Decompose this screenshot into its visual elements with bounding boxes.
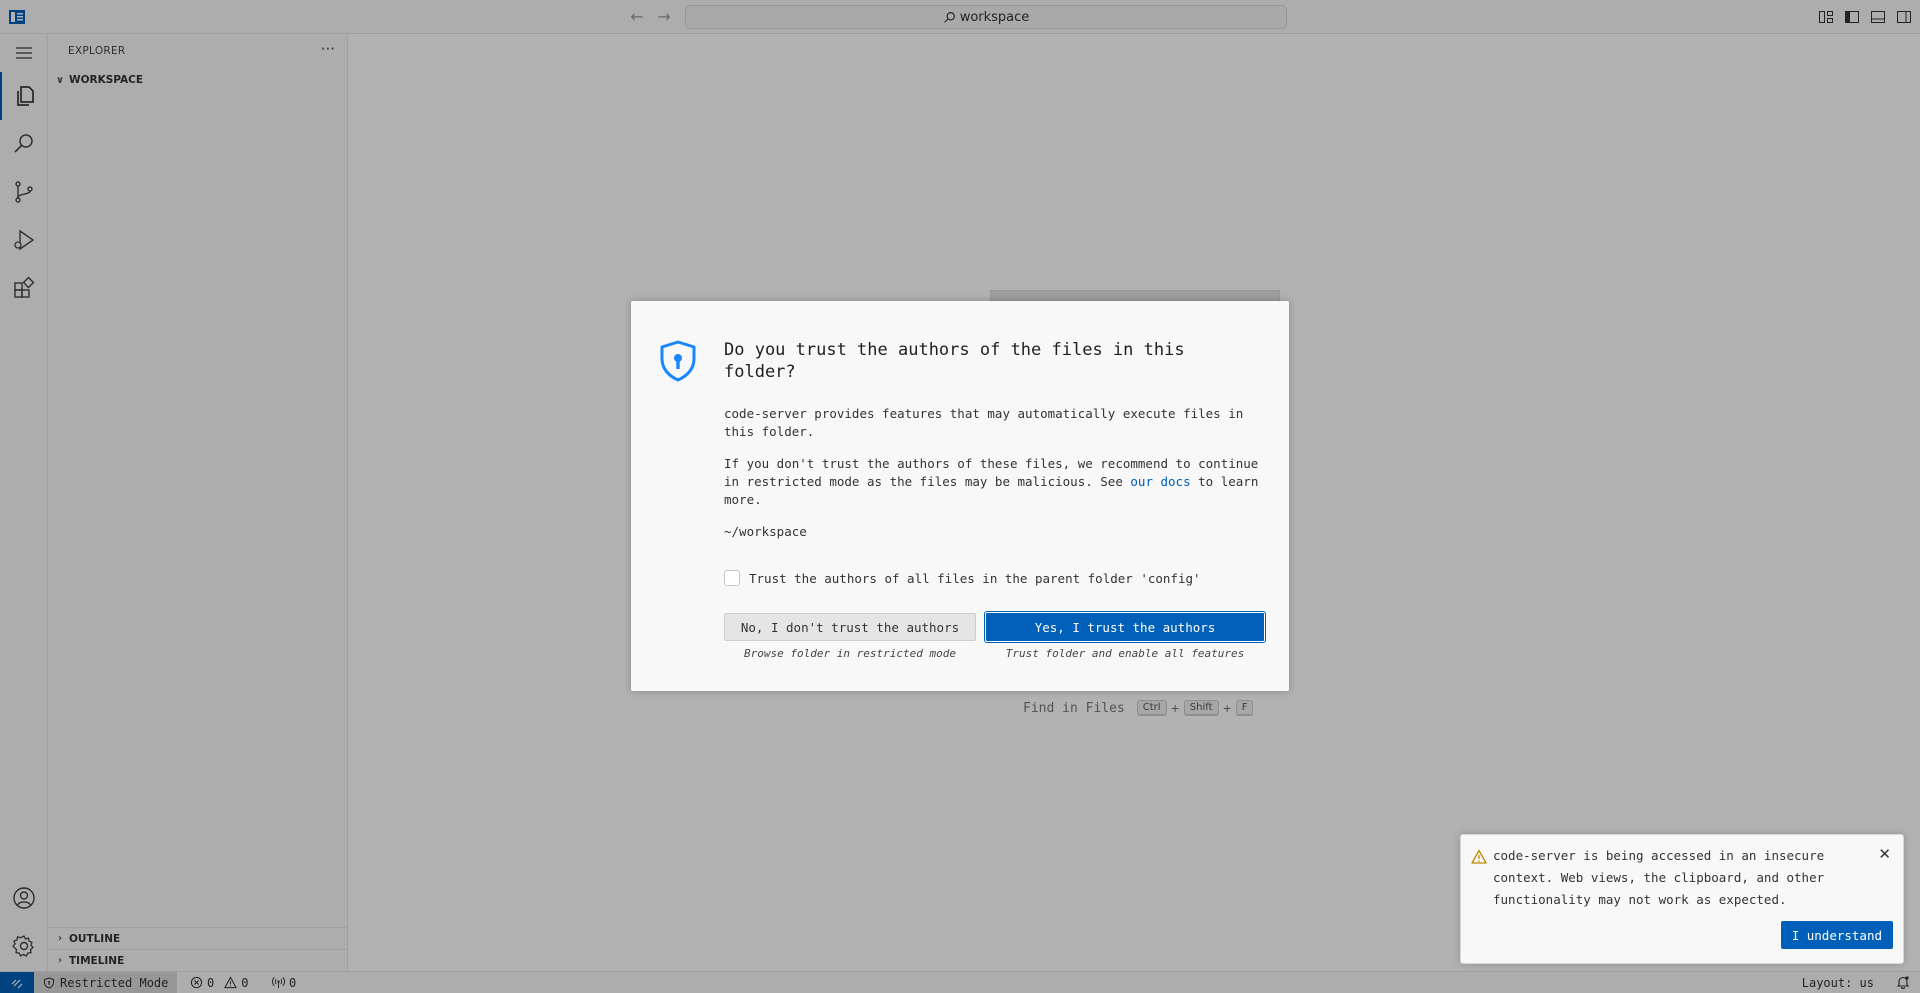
dialog-recommendation: If you don't trust the authors of these … <box>724 456 1259 507</box>
dialog-title: Do you trust the authors of the files in… <box>724 340 1185 382</box>
shield-icon <box>657 339 699 387</box>
notification-message: code-server is being accessed in an inse… <box>1493 848 1825 907</box>
folder-path: ~/workspace <box>724 524 807 539</box>
our-docs-link[interactable]: our docs <box>1130 474 1190 489</box>
trust-caption: Trust folder and enable all features <box>1005 647 1245 660</box>
workspace-trust-dialog: Do you trust the authors of the files in… <box>631 301 1289 691</box>
insecure-context-notification: code-server is being accessed in an inse… <box>1460 834 1904 964</box>
trust-parent-checkbox-row[interactable]: Trust the authors of all files in the pa… <box>724 570 1201 586</box>
trust-parent-checkbox[interactable] <box>724 570 740 586</box>
close-icon[interactable]: ✕ <box>1878 847 1891 862</box>
trust-button[interactable]: Yes, I trust the authors <box>984 611 1266 643</box>
i-understand-button[interactable]: I understand <box>1780 921 1893 949</box>
dont-trust-button[interactable]: No, I don't trust the authors <box>724 613 976 641</box>
trust-parent-label: Trust the authors of all files in the pa… <box>749 570 1201 586</box>
warning-icon <box>1471 849 1487 869</box>
dialog-description: code-server provides features that may a… <box>724 406 1244 439</box>
dont-trust-caption: Browse folder in restricted mode <box>744 647 956 660</box>
